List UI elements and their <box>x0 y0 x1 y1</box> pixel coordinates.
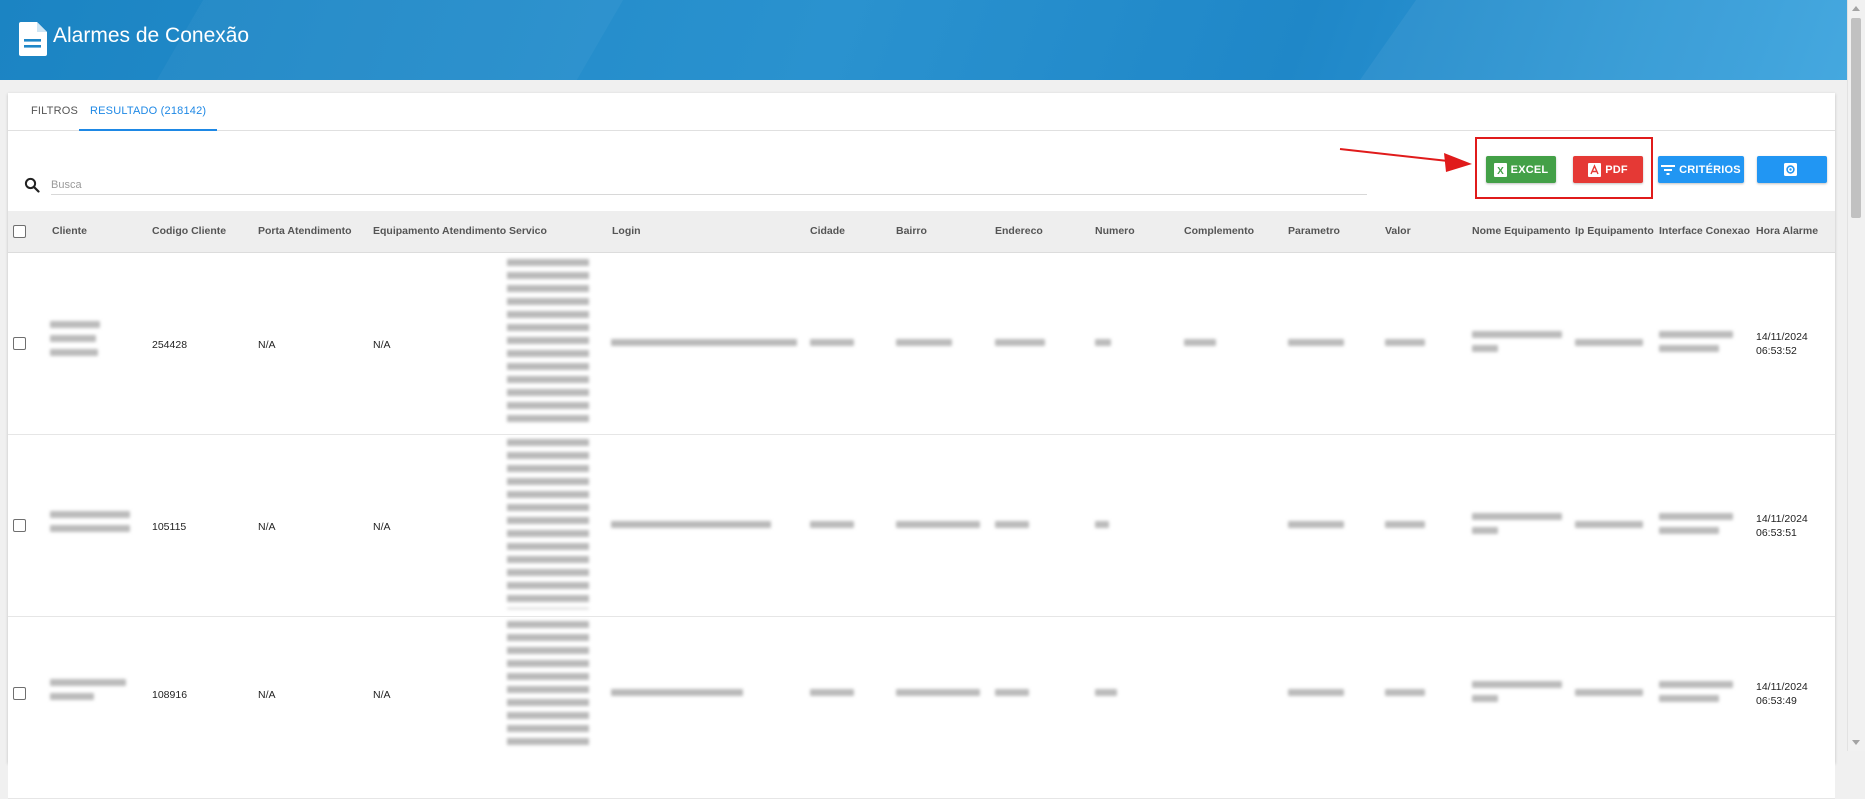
col-interface-conexao[interactable]: Interface Conexao <box>1659 211 1750 252</box>
scrollbar-thumb[interactable] <box>1851 18 1861 218</box>
pdf-icon <box>1588 162 1602 177</box>
filter-icon <box>1661 164 1676 175</box>
table-row[interactable]: 254428 N/A N/A 14/11/2024 06:53:52 <box>8 253 1835 435</box>
hora-alarme-date: 14/11/2024 <box>1756 681 1808 693</box>
search-input[interactable] <box>51 176 1367 195</box>
table-header: Cliente Codigo Cliente Porta Atendimento… <box>8 211 1835 253</box>
redacted-cliente <box>50 321 100 328</box>
redacted-servico <box>507 439 589 609</box>
porta-atendimento: N/A <box>258 339 276 351</box>
table-row[interactable]: 105115 N/A N/A 14/11/2024 06:53:51 <box>8 435 1835 617</box>
col-cidade[interactable]: Cidade <box>810 211 845 252</box>
annotation-arrow <box>1339 148 1472 172</box>
tab-resultado[interactable]: RESULTADO (218142) <box>79 93 218 131</box>
row-checkbox[interactable] <box>13 687 26 700</box>
col-hora-alarme[interactable]: Hora Alarme <box>1756 211 1818 252</box>
col-bairro[interactable]: Bairro <box>896 211 927 252</box>
pdf-label: PDF <box>1605 163 1628 176</box>
col-ip-equipamento[interactable]: Ip Equipamento <box>1575 211 1654 252</box>
col-complemento[interactable]: Complemento <box>1184 211 1254 252</box>
col-numero[interactable]: Numero <box>1095 211 1135 252</box>
scroll-up-icon[interactable] <box>1852 6 1860 11</box>
scroll-down-icon[interactable] <box>1852 740 1860 745</box>
col-parametro[interactable]: Parametro <box>1288 211 1340 252</box>
equipamento-atendimento: N/A <box>373 689 391 701</box>
redacted-login <box>611 689 743 696</box>
page-scrollbar[interactable] <box>1847 0 1865 751</box>
export-excel-button[interactable]: X EXCEL <box>1486 156 1556 183</box>
col-porta-atendimento[interactable]: Porta Atendimento <box>258 211 352 252</box>
excel-icon: X <box>1493 162 1507 177</box>
excel-label: EXCEL <box>1510 163 1549 176</box>
page-title: Alarmes de Conexão <box>53 24 250 47</box>
settings-button[interactable] <box>1757 156 1827 183</box>
app-header: Alarmes de Conexão <box>0 0 1848 80</box>
row-checkbox[interactable] <box>13 519 26 532</box>
gear-icon <box>1783 163 1797 176</box>
hora-alarme-time: 06:53:49 <box>1756 695 1797 707</box>
tab-filtros[interactable]: FILTROS <box>31 93 78 129</box>
redacted-login <box>611 521 771 528</box>
col-equipamento-atendimento[interactable]: Equipamento Atendimento <box>373 211 506 252</box>
criterios-label: CRITÉRIOS <box>1679 163 1741 176</box>
svg-text:X: X <box>1497 166 1504 177</box>
redacted-cliente <box>50 679 126 686</box>
hora-alarme-time: 06:53:52 <box>1756 345 1797 357</box>
redacted-cliente <box>50 511 130 518</box>
porta-atendimento: N/A <box>258 521 276 533</box>
col-login[interactable]: Login <box>612 211 641 252</box>
tab-bar: FILTROS RESULTADO (218142) <box>8 93 1835 131</box>
equipamento-atendimento: N/A <box>373 521 391 533</box>
col-endereco[interactable]: Endereco <box>995 211 1043 252</box>
codigo-cliente: 105115 <box>152 521 187 533</box>
redacted-servico <box>507 621 589 751</box>
hora-alarme-date: 14/11/2024 <box>1756 331 1808 343</box>
results-panel: FILTROS RESULTADO (218142) X EXCEL PDF C… <box>8 93 1835 799</box>
hora-alarme-date: 14/11/2024 <box>1756 513 1808 525</box>
equipamento-atendimento: N/A <box>373 339 391 351</box>
col-nome-equipamento[interactable]: Nome Equipamento <box>1472 211 1571 252</box>
col-servico[interactable]: Servico <box>509 211 547 252</box>
col-valor[interactable]: Valor <box>1385 211 1411 252</box>
document-icon <box>19 22 47 56</box>
criterios-button[interactable]: CRITÉRIOS <box>1658 156 1744 183</box>
redacted-servico <box>507 259 589 423</box>
col-cliente[interactable]: Cliente <box>52 211 87 252</box>
row-checkbox[interactable] <box>13 337 26 350</box>
search-icon <box>24 177 40 193</box>
table-row[interactable]: 108916 N/A N/A 14/11/2024 06:53:49 <box>8 617 1835 799</box>
col-codigo-cliente[interactable]: Codigo Cliente <box>152 211 226 252</box>
porta-atendimento: N/A <box>258 689 276 701</box>
codigo-cliente: 108916 <box>152 689 188 701</box>
select-all-checkbox[interactable] <box>13 225 26 238</box>
export-pdf-button[interactable]: PDF <box>1573 156 1643 183</box>
redacted-login <box>611 339 797 346</box>
codigo-cliente: 254428 <box>152 339 188 351</box>
hora-alarme-time: 06:53:51 <box>1756 527 1797 539</box>
